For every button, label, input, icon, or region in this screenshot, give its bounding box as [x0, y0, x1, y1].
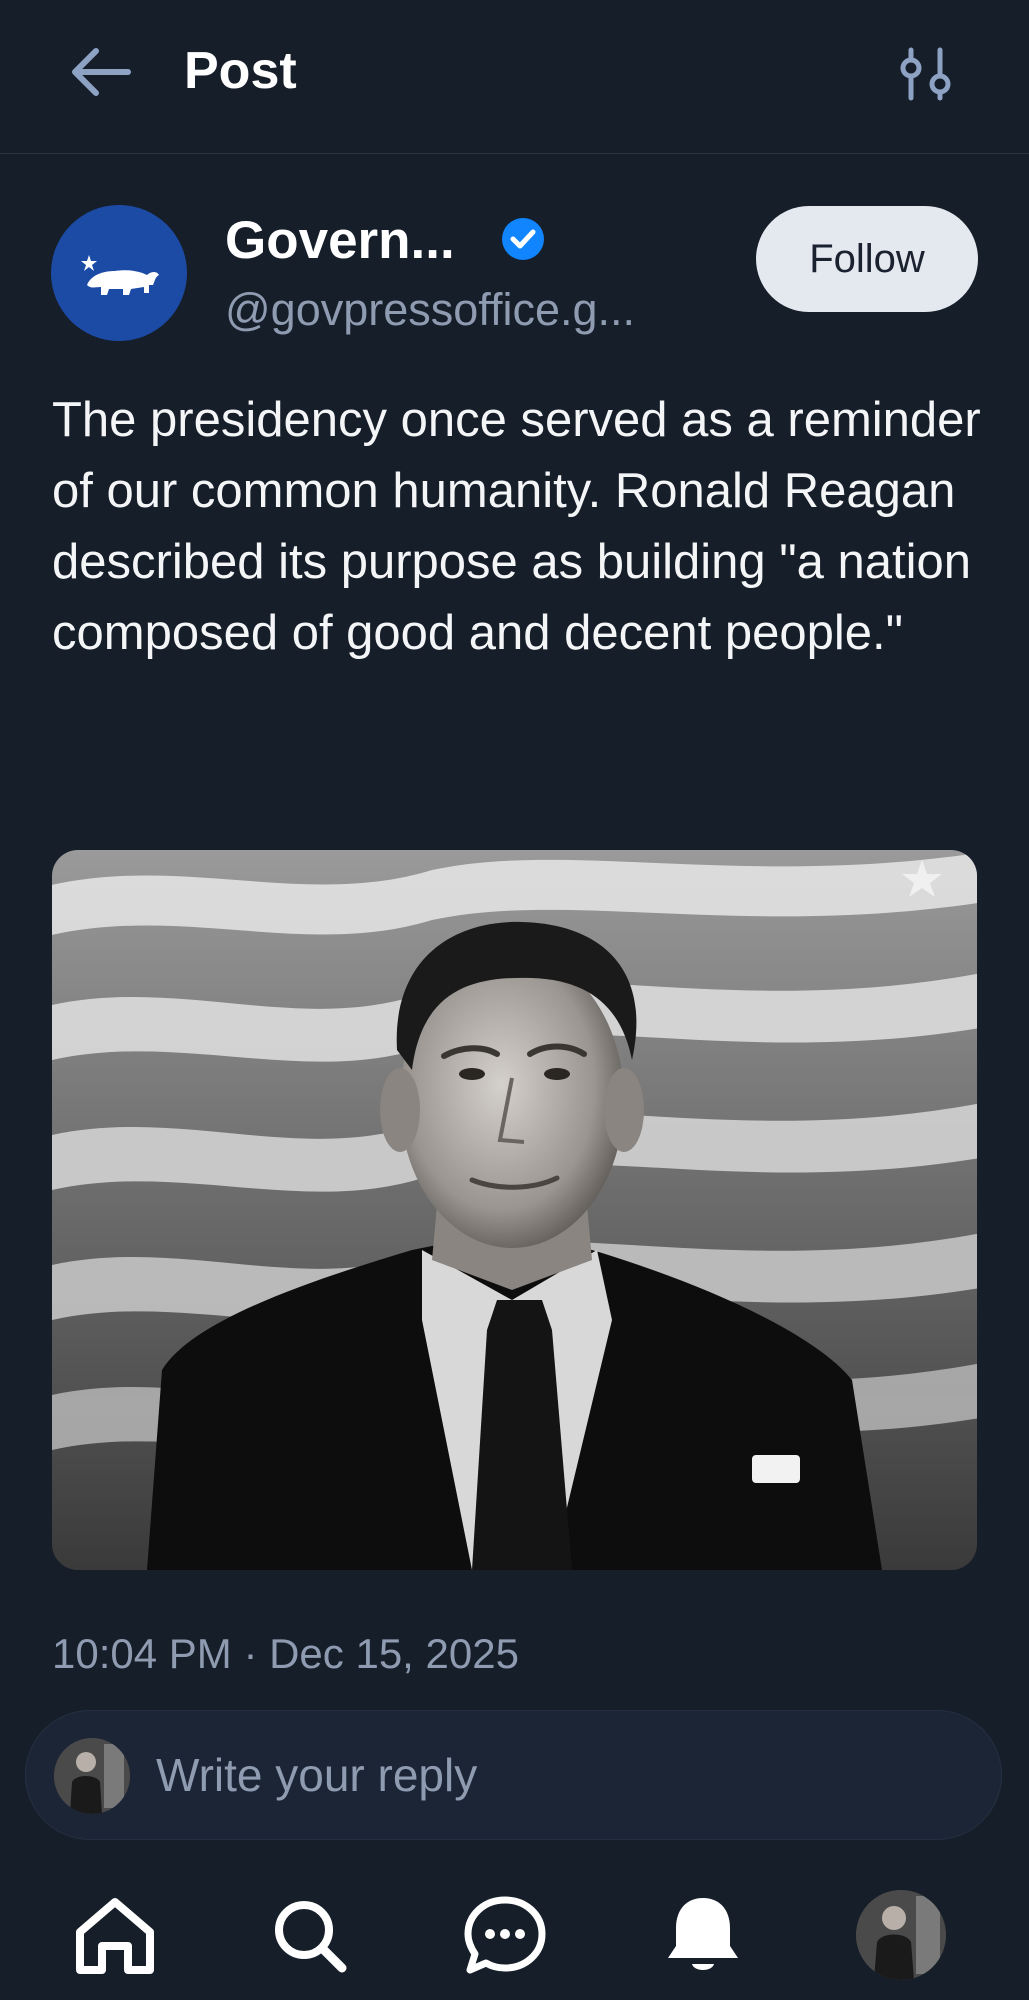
reply-placeholder: Write your reply: [156, 1749, 478, 1801]
search-icon[interactable]: [264, 1890, 354, 1980]
author-handle[interactable]: @govpressoffice.g...: [225, 280, 635, 340]
bottom-navigation: [0, 1870, 1029, 2000]
arrow-left-icon[interactable]: [66, 42, 136, 102]
home-icon[interactable]: [70, 1890, 160, 1980]
author-display-name[interactable]: Govern...: [225, 208, 455, 274]
post-text: The presidency once served as a reminder…: [52, 393, 981, 660]
profile-avatar[interactable]: [856, 1890, 946, 1980]
post-timestamp: 10:04 PM · Dec 15, 2025: [52, 1630, 519, 1677]
author-avatar[interactable]: [51, 205, 187, 341]
reply-input[interactable]: Write your reply: [25, 1710, 1002, 1840]
post-image[interactable]: [52, 850, 977, 1570]
sliders-icon[interactable]: [896, 44, 956, 104]
chat-icon[interactable]: [460, 1890, 550, 1980]
user-avatar: [54, 1738, 130, 1814]
top-bar: Post: [0, 0, 1029, 154]
follow-button[interactable]: Follow: [756, 206, 978, 312]
verified-badge-icon: [500, 216, 546, 262]
black-and-white-portrait-with-american-flag: [52, 850, 977, 1570]
california-bear-logo: [81, 255, 159, 295]
bell-icon[interactable]: [658, 1890, 748, 1980]
page-title: Post: [184, 42, 297, 100]
